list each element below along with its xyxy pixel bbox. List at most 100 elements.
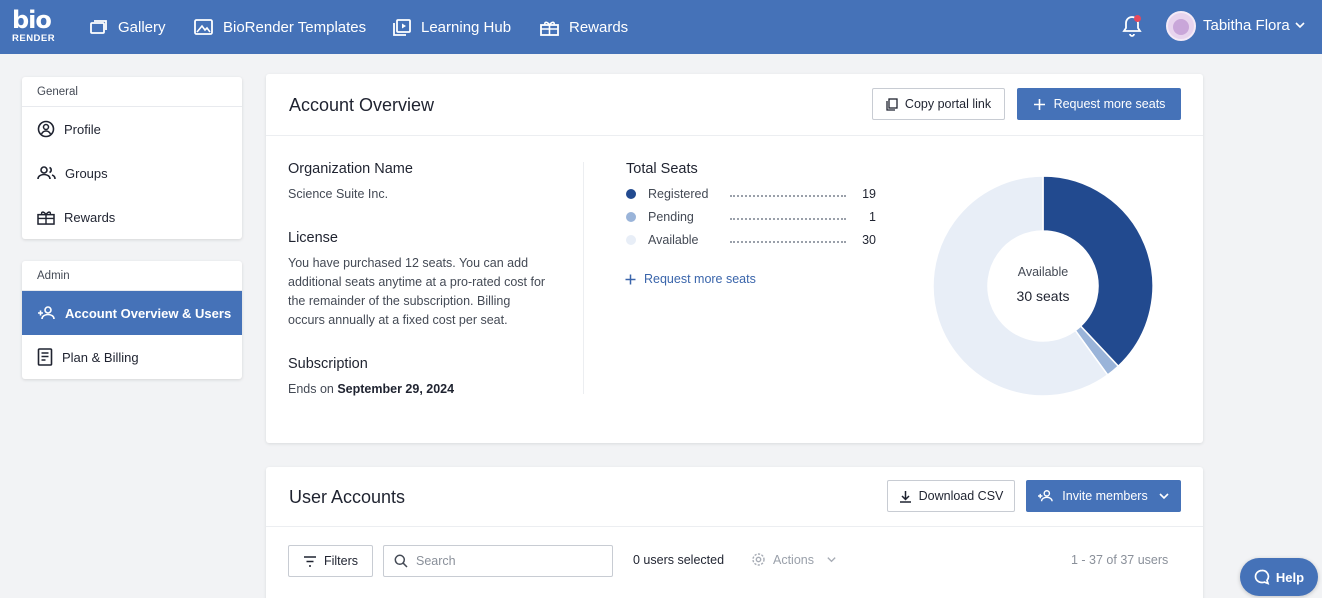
actions-label: Actions [773,552,814,567]
subscription-label: Subscription [288,356,368,372]
legend-label-pending: Pending [648,210,694,224]
sidebar-item-plan-billing[interactable]: Plan & Billing [22,335,242,379]
user-accounts-title: User Accounts [289,487,406,507]
legend-value-pending: 1 [869,210,876,224]
donut-center-value: 30 seats [1016,288,1070,304]
sidebar-admin-header: Admin [22,261,242,291]
user-accounts-card: User Accounts Download CSV Invite member… [266,467,1203,598]
logo-text-bottom: RENDER [12,33,56,44]
nav-rewards[interactable]: Rewards [540,0,628,54]
sidebar-admin-section: Admin Account Overview & Users Plan & Bi… [22,261,242,379]
legend-dot-pending [626,212,636,222]
sidebar-item-label: Account Overview & Users [65,305,232,321]
legend-pending: Pending 1 [626,208,876,226]
plus-icon [1033,98,1045,110]
legend-value-registered: 19 [862,187,876,201]
total-seats-label: Total Seats [626,161,698,177]
add-user-icon [1038,490,1054,502]
filter-icon [303,555,316,567]
subscription-date: September 29, 2024 [337,382,455,396]
organization-name-label: Organization Name [288,161,413,177]
notification-dot [1134,15,1141,22]
add-user-icon [38,306,55,320]
chevron-down-icon[interactable] [1294,19,1306,31]
sidebar-item-account-overview-users[interactable]: Account Overview & Users [22,291,242,335]
legend-label-registered: Registered [648,187,709,201]
request-more-seats-label: Request more seats [1053,97,1166,111]
license-label: License [288,230,338,246]
nav-templates-label: BioRender Templates [223,18,367,36]
pagination-range: 1 - 37 of 37 users [1071,553,1169,567]
user-name[interactable]: Tabitha Flora [1203,17,1290,34]
sidebar-item-rewards[interactable]: Rewards [22,195,242,239]
legend-dot-registered [626,189,636,199]
chevron-down-icon [1159,493,1169,500]
sidebar-item-profile[interactable]: Profile [22,107,242,151]
groups-icon [37,166,56,180]
legend-available: Available 30 [626,231,876,249]
users-selected-count: 0 users selected [633,553,725,567]
legend-dot-available [626,235,636,245]
sidebar-general-section: General Profile Groups Rewards [22,77,242,239]
vertical-divider [583,162,584,394]
sidebar-general-header: General [22,77,242,107]
donut-center-label: Available [1017,265,1069,279]
chevron-down-icon [827,557,836,563]
help-label: Help [1275,569,1305,585]
copy-portal-link-button[interactable]: Copy portal link [872,88,1005,120]
logo-text-top: bio [12,6,52,34]
top-navigation-bar: bio RENDER Gallery BioRender Templates L… [0,0,1322,54]
legend-registered: Registered 19 [626,185,876,203]
seats-donut-chart: Available 30 seats [932,175,1154,397]
search-placeholder: Search [416,554,456,568]
request-more-seats-link-label: Request more seats [644,272,756,286]
plus-icon [625,274,636,284]
profile-icon [37,120,55,138]
chat-bubble-icon [1254,569,1270,585]
nav-biorender-templates[interactable]: BioRender Templates [194,0,366,54]
filters-label: Filters [323,554,359,568]
gift-icon [540,21,559,36]
nav-learning-hub[interactable]: Learning Hub [393,0,511,54]
gear-icon [752,553,765,566]
legend-label-available: Available [648,233,699,247]
sidebar-item-label: Rewards [64,209,116,225]
legend-value-available: 30 [862,233,876,247]
billing-icon [37,348,53,366]
nav-gallery[interactable]: Gallery [90,0,166,54]
nav-rewards-label: Rewards [569,18,629,36]
image-icon [194,19,213,35]
play-icon [393,18,411,36]
request-more-seats-link[interactable]: Request more seats [625,272,756,286]
avatar[interactable] [1166,11,1196,41]
license-text: You have purchased 12 seats. You can add… [288,256,546,327]
sidebar-item-label: Plan & Billing [62,349,139,365]
filters-button[interactable]: Filters [288,545,373,577]
copy-icon [886,97,898,111]
download-csv-label: Download CSV [918,489,1004,503]
search-input[interactable]: Search [383,545,613,577]
search-icon [394,554,408,568]
request-more-seats-button[interactable]: Request more seats [1017,88,1181,120]
download-icon [899,490,911,503]
nav-gallery-label: Gallery [118,18,166,36]
gallery-icon [90,20,107,34]
account-overview-title: Account Overview [289,95,435,115]
biorender-logo[interactable]: bio RENDER [12,6,56,46]
account-overview-card: Account Overview Copy portal link Reques… [266,74,1203,443]
organization-name-value: Science Suite Inc. [288,187,389,201]
sidebar-item-label: Groups [65,165,108,181]
sidebar-item-groups[interactable]: Groups [22,151,242,195]
nav-learning-hub-label: Learning Hub [421,18,512,36]
card-divider [266,526,1203,527]
donut-svg [932,175,1154,397]
sidebar-item-label: Profile [64,121,101,137]
actions-dropdown[interactable]: Actions [751,552,837,567]
download-csv-button[interactable]: Download CSV [887,480,1015,512]
invite-members-label: Invite members [1062,489,1148,503]
invite-members-button[interactable]: Invite members [1026,480,1181,512]
subscription-prefix: Ends on [288,382,338,396]
subscription-text: Ends on September 29, 2024 [288,380,454,399]
gift-icon [37,211,55,225]
help-button[interactable]: Help [1240,558,1318,596]
